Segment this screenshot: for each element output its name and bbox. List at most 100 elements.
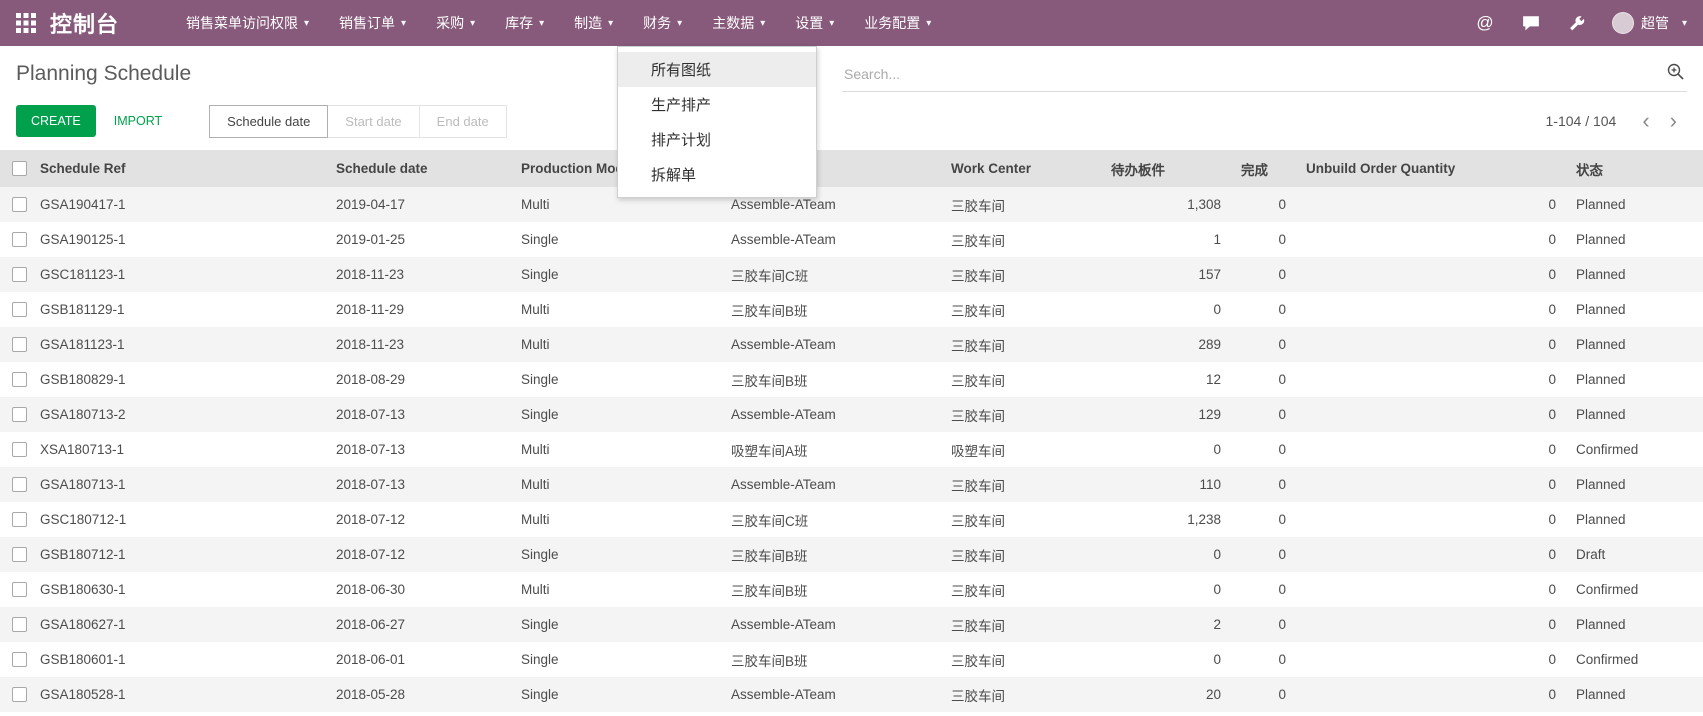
column-header[interactable]: 状态 — [1566, 150, 1703, 187]
table-cell: Multi — [511, 432, 721, 467]
table-row[interactable]: GSB180630-12018-06-30Multi三胶车间B班三胶车间000C… — [0, 572, 1703, 607]
nav-menu-item[interactable]: 库存 ▾ — [490, 0, 559, 46]
table-row[interactable]: GSC181123-12018-11-23Single三胶车间C班三胶车间157… — [0, 257, 1703, 292]
control-panel-bottom: CREATE IMPORT Schedule dateStart dateEnd… — [0, 98, 1703, 150]
table-cell: Single — [511, 642, 721, 677]
table-cell: GSB181129-1 — [30, 292, 326, 327]
create-button[interactable]: CREATE — [16, 105, 96, 137]
table-cell: 三胶车间 — [941, 362, 1101, 397]
table-cell: 三胶车间 — [941, 642, 1101, 677]
row-checkbox[interactable] — [12, 372, 27, 387]
table-cell: 1 — [1101, 222, 1231, 257]
table-cell: GSA181123-1 — [30, 327, 326, 362]
table-row[interactable]: GSA190125-12019-01-25SingleAssemble-ATea… — [0, 222, 1703, 257]
table-cell: 0 — [1296, 467, 1566, 502]
date-filter-button[interactable]: Schedule date — [209, 105, 328, 138]
row-checkbox[interactable] — [12, 477, 27, 492]
select-all-checkbox[interactable] — [12, 161, 27, 176]
column-header[interactable]: Unbuild Order Quantity — [1296, 150, 1566, 187]
wrench-icon[interactable] — [1566, 12, 1588, 34]
nav-menu-item[interactable]: 业务配置 ▾ — [849, 0, 946, 46]
date-filter-button[interactable]: End date — [419, 105, 507, 138]
column-header[interactable]: 完成 — [1231, 150, 1296, 187]
search-input[interactable] — [844, 66, 1658, 82]
dropdown-menu-item[interactable]: 拆解单 — [618, 157, 816, 192]
chevron-down-icon: ▾ — [760, 18, 765, 29]
table-row[interactable]: GSB180712-12018-07-12Single三胶车间B班三胶车间000… — [0, 537, 1703, 572]
table-cell: Multi — [511, 467, 721, 502]
table-cell: 12 — [1101, 362, 1231, 397]
pager-prev-icon[interactable]: ‹ — [1632, 110, 1659, 132]
row-select-cell — [0, 467, 30, 502]
pager-next-icon[interactable]: › — [1660, 110, 1687, 132]
table-row[interactable]: XSA180713-12018-07-13Multi吸塑车间A班吸塑车间000C… — [0, 432, 1703, 467]
nav-menu-item[interactable]: 设置 ▾ — [780, 0, 849, 46]
chat-icon[interactable] — [1520, 12, 1542, 34]
column-header[interactable]: Schedule date — [326, 150, 511, 187]
row-checkbox[interactable] — [12, 407, 27, 422]
navbar-right: @ 超管 ▾ — [1474, 12, 1687, 34]
date-filter-button[interactable]: Start date — [327, 105, 419, 138]
nav-menu-item[interactable]: 主数据 ▾ — [697, 0, 780, 46]
row-checkbox[interactable] — [12, 267, 27, 282]
row-checkbox[interactable] — [12, 337, 27, 352]
table-cell: 2018-07-12 — [326, 537, 511, 572]
row-select-cell — [0, 222, 30, 257]
nav-menu-item[interactable]: 采购 ▾ — [421, 0, 490, 46]
row-checkbox[interactable] — [12, 547, 27, 562]
nav-menu-item[interactable]: 销售订单 ▾ — [324, 0, 421, 46]
table-row[interactable]: GSA180713-12018-07-13MultiAssemble-ATeam… — [0, 467, 1703, 502]
column-header[interactable]: Work Center — [941, 150, 1101, 187]
apps-grid-icon[interactable] — [16, 13, 36, 33]
nav-menu-item[interactable]: 财务 ▾ — [628, 0, 697, 46]
nav-menu-item[interactable]: 制造 ▾ — [559, 0, 628, 46]
dropdown-menu-item[interactable]: 所有图纸 — [618, 52, 816, 87]
table-cell: 0 — [1231, 362, 1296, 397]
column-header[interactable]: 待办板件 — [1101, 150, 1231, 187]
row-checkbox[interactable] — [12, 687, 27, 702]
table-cell: Planned — [1566, 187, 1703, 222]
row-checkbox[interactable] — [12, 652, 27, 667]
row-checkbox[interactable] — [12, 197, 27, 212]
dropdown-menu-item[interactable]: 生产排产 — [618, 87, 816, 122]
chevron-down-icon: ▾ — [677, 18, 682, 29]
row-checkbox[interactable] — [12, 582, 27, 597]
import-button[interactable]: IMPORT — [114, 114, 162, 128]
date-filter-group: Schedule dateStart dateEnd date — [210, 105, 507, 138]
nav-menu-label: 制造 — [574, 13, 602, 33]
table-row[interactable]: GSA180713-22018-07-13SingleAssemble-ATea… — [0, 397, 1703, 432]
table-row[interactable]: GSA180528-12018-05-28SingleAssemble-ATea… — [0, 677, 1703, 712]
table-cell: 三胶车间C班 — [721, 502, 941, 537]
table-row[interactable]: GSA181123-12018-11-23MultiAssemble-ATeam… — [0, 327, 1703, 362]
table-cell: 0 — [1296, 362, 1566, 397]
table-row[interactable]: GSB180829-12018-08-29Single三胶车间B班三胶车间120… — [0, 362, 1703, 397]
table-cell: Planned — [1566, 362, 1703, 397]
table-cell: Single — [511, 677, 721, 712]
planning-schedule-table: Schedule RefSchedule dateProduction Mode… — [0, 150, 1703, 712]
table-header-row: Schedule RefSchedule dateProduction Mode… — [0, 150, 1703, 187]
nav-menus: 销售菜单访问权限 ▾ 销售订单 ▾ 采购 ▾ 库存 ▾ 制造 ▾ 财务 ▾ 主数… — [171, 0, 946, 46]
user-menu[interactable]: 超管 ▾ — [1612, 12, 1687, 34]
table-cell: 三胶车间 — [941, 327, 1101, 362]
table-cell: 2018-06-01 — [326, 642, 511, 677]
table-cell: 0 — [1296, 187, 1566, 222]
table-row[interactable]: GSA180627-12018-06-27SingleAssemble-ATea… — [0, 607, 1703, 642]
table-row[interactable]: GSB180601-12018-06-01Single三胶车间B班三胶车间000… — [0, 642, 1703, 677]
app-brand[interactable]: 控制台 — [50, 7, 119, 39]
row-checkbox[interactable] — [12, 232, 27, 247]
table-cell: Assemble-ATeam — [721, 677, 941, 712]
at-mentions-icon[interactable]: @ — [1474, 12, 1496, 34]
row-checkbox[interactable] — [12, 442, 27, 457]
search-magnifier-icon[interactable] — [1666, 62, 1685, 86]
nav-menu-item[interactable]: 销售菜单访问权限 ▾ — [171, 0, 324, 46]
row-checkbox[interactable] — [12, 617, 27, 632]
column-header[interactable]: Schedule Ref — [30, 150, 326, 187]
table-row[interactable]: GSC180712-12018-07-12Multi三胶车间C班三胶车间1,23… — [0, 502, 1703, 537]
dropdown-menu-item[interactable]: 排产计划 — [618, 122, 816, 157]
table-cell: 三胶车间 — [941, 502, 1101, 537]
row-checkbox[interactable] — [12, 302, 27, 317]
table-row[interactable]: GSA190417-12019-04-17MultiAssemble-ATeam… — [0, 187, 1703, 222]
table-row[interactable]: GSB181129-12018-11-29Multi三胶车间B班三胶车间000P… — [0, 292, 1703, 327]
table-cell: 三胶车间 — [941, 257, 1101, 292]
row-checkbox[interactable] — [12, 512, 27, 527]
